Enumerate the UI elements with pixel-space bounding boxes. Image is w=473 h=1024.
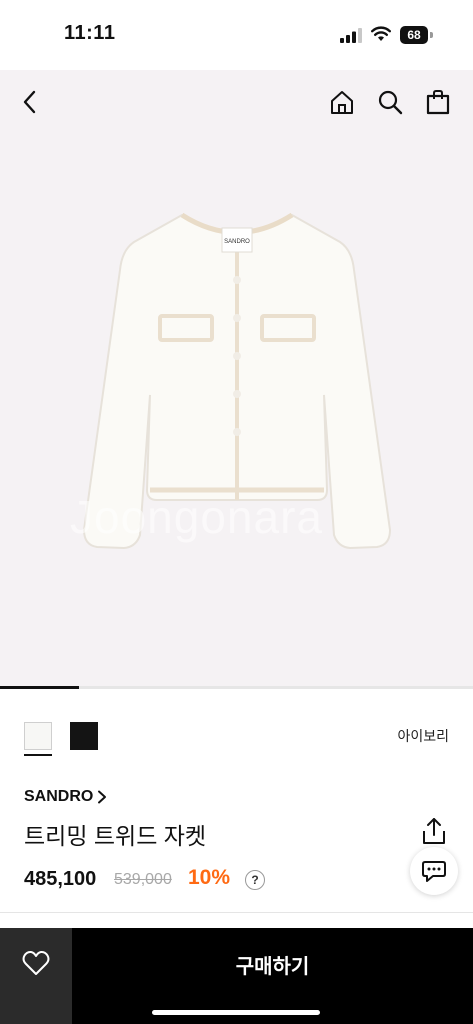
discount-rate: 10% <box>188 866 231 889</box>
back-button[interactable] <box>12 84 48 120</box>
home-indicator <box>152 1010 320 1015</box>
battery-tip <box>430 32 433 38</box>
sale-price: 485,100 <box>24 868 97 890</box>
chat-bubble-icon <box>422 861 446 882</box>
wishlist-button[interactable] <box>0 928 72 1024</box>
jacket-label: SANDRO <box>224 239 250 245</box>
price-help-button[interactable]: ? <box>245 870 265 890</box>
product-title: 트리밍 트위드 자켓 <box>24 823 207 849</box>
buy-button[interactable]: 구매하기 <box>72 928 473 1000</box>
search-button[interactable] <box>372 84 408 120</box>
shopping-bag-button[interactable] <box>420 84 456 120</box>
search-icon <box>378 90 403 115</box>
brand-name: SANDRO <box>24 788 94 805</box>
shopping-bag-icon <box>426 90 450 115</box>
selected-color-label: 아이보리 <box>397 728 449 744</box>
battery-level: 68 <box>400 26 428 44</box>
original-price: 539,000 <box>114 871 172 888</box>
share-icon[interactable] <box>420 816 448 846</box>
gallery-progress-fill <box>0 686 79 689</box>
home-icon <box>331 91 353 114</box>
chevron-right-icon <box>98 790 107 804</box>
wifi-icon <box>371 26 391 41</box>
battery-indicator: 68 <box>400 26 434 44</box>
brand-link[interactable]: SANDRO <box>24 788 107 806</box>
color-swatch-black[interactable] <box>70 722 98 750</box>
color-swatch-ivory[interactable] <box>24 722 52 750</box>
heart-icon <box>22 950 50 975</box>
status-time: 11:11 <box>64 22 116 44</box>
selected-swatch-indicator <box>24 754 52 756</box>
chevron-left-icon <box>23 90 36 114</box>
cellular-signal-icon <box>340 28 362 43</box>
gallery-progress <box>0 686 473 689</box>
home-button[interactable] <box>324 84 360 120</box>
section-divider <box>0 912 473 913</box>
chat-button[interactable] <box>410 847 458 895</box>
watermark: Joongonara <box>70 491 323 543</box>
status-bar: 11:11 68 <box>0 0 473 70</box>
